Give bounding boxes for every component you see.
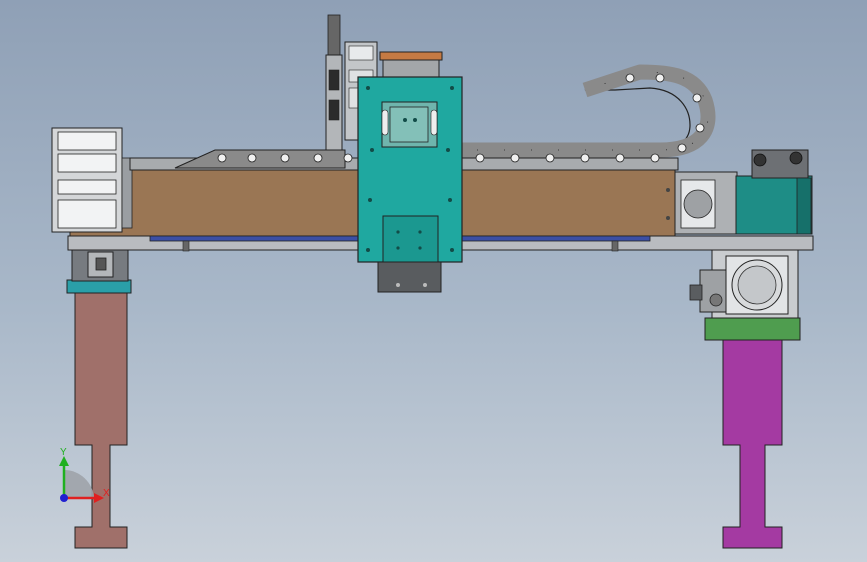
gantry-assembly[interactable]: Y X — [0, 0, 867, 562]
top-copper-bar — [379, 51, 443, 61]
triad-x-label: X — [103, 488, 110, 499]
cad-viewport[interactable]: Y X — [0, 0, 867, 562]
right-motor-end[interactable] — [674, 149, 813, 235]
teal-carriage[interactable] — [357, 76, 463, 293]
triad-y-label: Y — [60, 447, 67, 458]
right-leg[interactable] — [689, 249, 801, 549]
top-support — [382, 59, 440, 79]
left-leg[interactable] — [66, 247, 132, 549]
left-end-bracket[interactable] — [51, 127, 133, 233]
